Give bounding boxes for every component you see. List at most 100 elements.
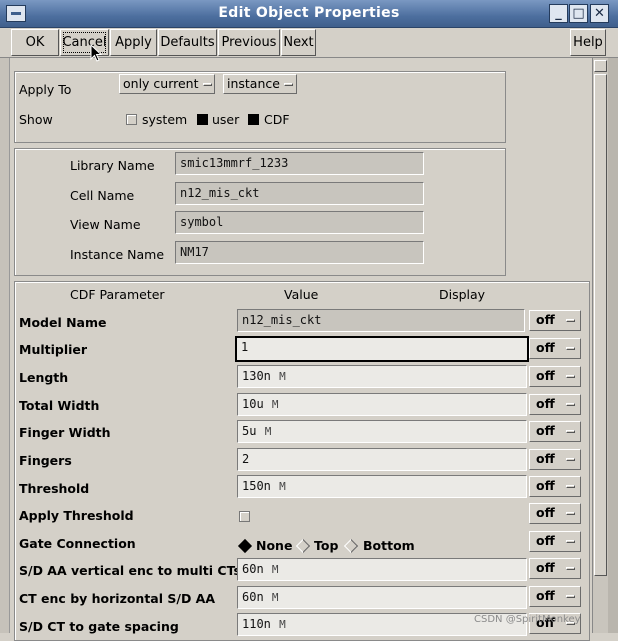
apply-to-scope-dropdown[interactable]: only current	[119, 74, 215, 94]
length-field[interactable]: 130n M	[237, 365, 527, 388]
sd-ct-gate-spacing-unit: M	[279, 618, 286, 631]
apply-threshold-label: Apply Threshold	[19, 508, 134, 523]
dropdown-bar-icon	[566, 319, 575, 322]
total-width-value: 10u	[242, 397, 264, 411]
dropdown-bar-icon	[566, 512, 575, 515]
ct-enc-horizontal-field[interactable]: 60n M	[237, 586, 527, 609]
close-icon[interactable]: ✕	[590, 4, 609, 23]
multiplier-field[interactable]: 1	[235, 336, 529, 362]
watermark: CSDN @SpiritMonkey	[474, 614, 581, 625]
apply-button[interactable]: Apply	[110, 29, 157, 56]
help-button[interactable]: Help	[570, 29, 606, 56]
window-title: Edit Object Properties	[218, 5, 400, 21]
finger-width-value: 5u	[242, 424, 257, 438]
length-unit: M	[279, 370, 286, 383]
apply-threshold-checkbox[interactable]	[239, 511, 250, 522]
display-off-label: off	[536, 533, 555, 548]
model-name-label: Model Name	[19, 315, 107, 330]
display-off-label: off	[536, 368, 555, 383]
dropdown-bar-icon	[566, 347, 575, 350]
apply-threshold-display-toggle[interactable]: off	[529, 503, 581, 524]
dropdown-bar-icon	[566, 540, 575, 543]
show-user-checkbox[interactable]	[197, 114, 208, 125]
sd-aa-vertical-enc-display-toggle[interactable]: off	[529, 558, 581, 579]
display-off-label: off	[536, 451, 555, 466]
finger-width-field[interactable]: 5u M	[237, 420, 527, 443]
length-label: Length	[19, 370, 69, 385]
defaults-button[interactable]: Defaults	[158, 29, 217, 56]
total-width-display-toggle[interactable]: off	[529, 394, 581, 415]
display-off-label: off	[536, 505, 555, 520]
threshold-field[interactable]: 150n M	[237, 475, 527, 498]
threshold-label: Threshold	[19, 481, 90, 496]
show-system-checkbox[interactable]	[126, 114, 137, 125]
ct-enc-horizontal-label: CT enc by horizontal S/D AA	[19, 591, 216, 606]
value-header: Value	[284, 287, 319, 302]
scrollbar-thumb[interactable]	[594, 74, 607, 576]
instance-name-field: NM17	[175, 241, 424, 264]
finger-width-unit: M	[264, 425, 272, 438]
finger-width-display-toggle[interactable]: off	[529, 421, 581, 442]
previous-button[interactable]: Previous	[218, 29, 280, 56]
gate-connection-display-toggle[interactable]: off	[529, 531, 581, 552]
apply-to-type-value: instance	[227, 76, 280, 91]
display-off-label: off	[536, 588, 555, 603]
total-width-field[interactable]: 10u M	[237, 393, 527, 416]
fingers-field[interactable]: 2	[237, 448, 527, 471]
multiplier-label: Multiplier	[19, 342, 88, 357]
threshold-unit: M	[279, 480, 286, 493]
library-name-field: smic13mmrf_1233	[175, 152, 424, 175]
dropdown-bar-icon	[566, 430, 575, 433]
multiplier-display-toggle[interactable]: off	[529, 338, 581, 359]
next-button[interactable]: Next	[281, 29, 316, 56]
dropdown-bar-icon	[566, 403, 575, 406]
minimize-icon[interactable]: _	[549, 4, 568, 23]
fingers-display-toggle[interactable]: off	[529, 449, 581, 470]
instance-name-label: Instance Name	[70, 247, 165, 262]
multiplier-value: 1	[241, 340, 249, 354]
gate-none-label: None	[256, 538, 293, 553]
scroll-up-icon[interactable]	[594, 60, 607, 72]
view-name-field: symbol	[175, 211, 424, 234]
show-cdf-checkbox[interactable]	[248, 114, 259, 125]
sd-aa-vertical-enc-field[interactable]: 60n M	[237, 558, 527, 581]
length-display-toggle[interactable]: off	[529, 366, 581, 387]
show-system-label: system	[142, 112, 188, 127]
dropdown-bar-icon	[202, 83, 212, 86]
vertical-scrollbar[interactable]	[592, 58, 608, 633]
fingers-label: Fingers	[19, 453, 72, 468]
cell-name-field: n12_mis_ckt	[175, 182, 424, 205]
display-off-label: off	[536, 340, 555, 355]
gate-connection-label: Gate Connection	[19, 536, 136, 551]
ct-enc-horizontal-display-toggle[interactable]: off	[529, 586, 581, 607]
dropdown-bar-icon	[566, 375, 575, 378]
fingers-value: 2	[242, 452, 250, 466]
ok-button[interactable]: OK	[11, 29, 59, 56]
model-name-field: n12_mis_ckt	[237, 309, 525, 332]
dropdown-bar-icon	[283, 83, 293, 86]
model-name-display-toggle[interactable]: off	[529, 310, 581, 331]
apply-to-label: Apply To	[19, 82, 72, 97]
threshold-value: 150n	[242, 479, 271, 493]
total-width-unit: M	[271, 398, 279, 411]
mouse-pointer-icon	[90, 44, 102, 62]
show-cdf-label: CDF	[264, 112, 290, 127]
sd-aa-vertical-enc-value: 60n	[242, 562, 264, 576]
apply-to-type-dropdown[interactable]: instance	[223, 74, 297, 94]
dropdown-bar-icon	[566, 458, 575, 461]
maximize-icon[interactable]: □	[569, 4, 588, 23]
cell-name-label: Cell Name	[70, 188, 135, 203]
sd-ct-gate-spacing-label: S/D CT to gate spacing	[19, 619, 179, 634]
dropdown-bar-icon	[566, 485, 575, 488]
display-off-label: off	[536, 478, 555, 493]
threshold-display-toggle[interactable]: off	[529, 476, 581, 497]
display-off-label: off	[536, 560, 555, 575]
ct-enc-horizontal-unit: M	[271, 591, 279, 604]
sd-ct-gate-spacing-value: 110n	[242, 617, 271, 631]
gate-top-label: Top	[314, 538, 339, 553]
library-name-label: Library Name	[70, 158, 155, 173]
ct-enc-horizontal-value: 60n	[242, 590, 264, 604]
show-user-label: user	[212, 112, 240, 127]
length-value: 130n	[242, 369, 271, 383]
sd-aa-vertical-enc-label: S/D AA vertical enc to multi CTs	[19, 563, 241, 578]
